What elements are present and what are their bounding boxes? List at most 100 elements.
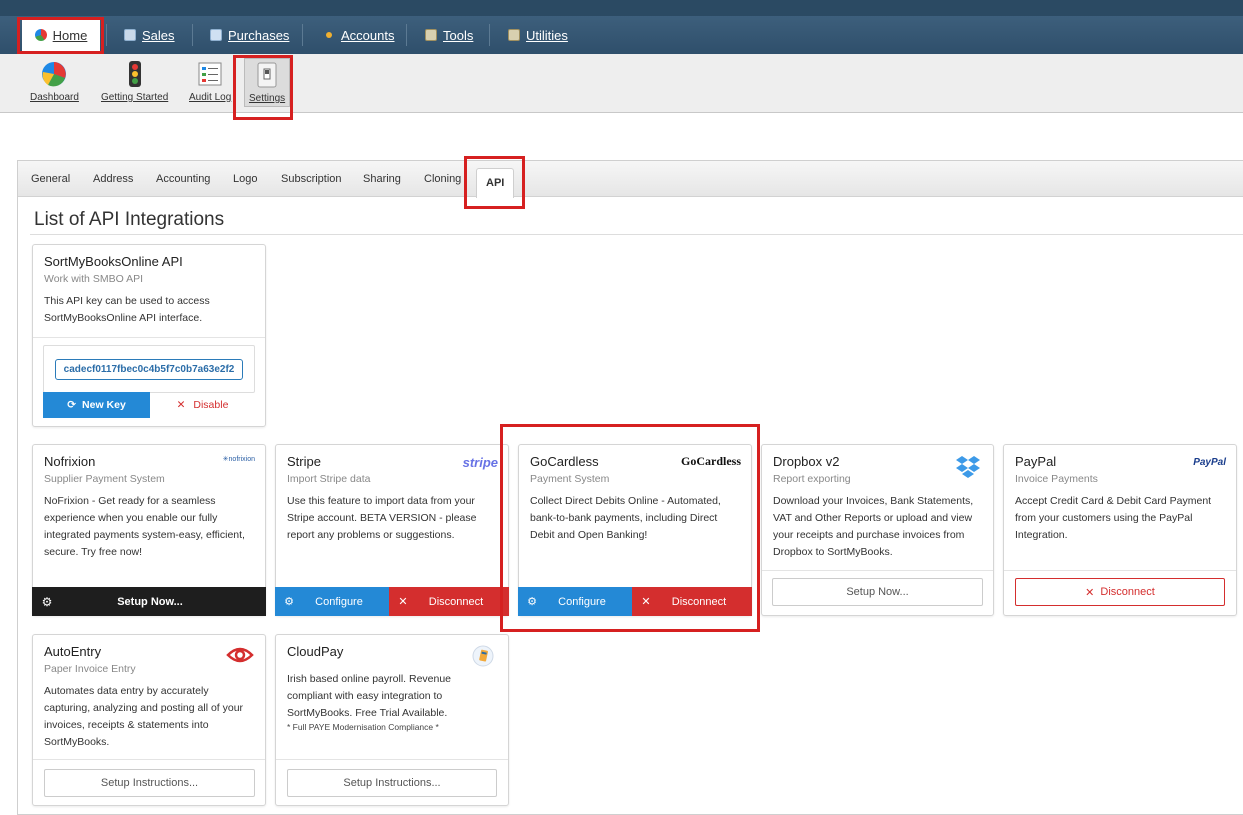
tool-settings[interactable]: Settings: [244, 58, 291, 107]
tab-sharing[interactable]: Sharing: [363, 173, 401, 185]
nav-utilities-label: Utilities: [526, 27, 568, 43]
close-icon: ✕: [398, 596, 408, 608]
nav-home[interactable]: Home: [22, 19, 100, 51]
tab-address[interactable]: Address: [93, 173, 133, 185]
card-description: Download your Invoices, Bank Statements,…: [773, 495, 974, 558]
nav-utilities[interactable]: Utilities: [508, 19, 568, 51]
tool-dashboard[interactable]: Dashboard: [30, 60, 79, 103]
card-subtitle: Supplier Payment System: [44, 473, 165, 485]
tool-getting-started-label: Getting Started: [101, 92, 169, 103]
sales-icon: [124, 29, 136, 41]
tab-logo[interactable]: Logo: [233, 173, 257, 185]
main-nav: Home Sales Purchases Accounts Tools Util…: [0, 0, 1243, 54]
card-title: CloudPay: [287, 644, 344, 659]
disable-button[interactable]: ✕ Disable: [150, 392, 255, 418]
nav-accounts[interactable]: Accounts: [323, 19, 394, 51]
disable-label: Disable: [193, 399, 229, 411]
card-title: SortMyBooksOnline API: [44, 254, 183, 269]
dropbox-setup-button[interactable]: Setup Now...: [772, 578, 983, 606]
gears-icon: ⚙: [41, 594, 53, 609]
nofrixion-logo: ✳nofrixion: [223, 455, 255, 463]
gocardless-configure-button[interactable]: ⚙ Configure: [518, 587, 632, 616]
cloudpay-card: CloudPay Irish based online payroll. Rev…: [275, 634, 509, 806]
card-title: GoCardless: [530, 454, 599, 469]
settings-switch-icon: [257, 62, 277, 88]
tab-api[interactable]: API: [476, 168, 515, 198]
card-description: Accept Credit Card & Debit Card Payment …: [1015, 495, 1212, 541]
new-key-button[interactable]: ⟳ New Key: [43, 392, 150, 418]
tools-icon: [425, 29, 437, 41]
nofrixion-setup-button[interactable]: ⚙ Setup Now...: [32, 587, 266, 616]
card-subtitle: Paper Invoice Entry: [44, 663, 136, 675]
card-title: PayPal: [1015, 454, 1057, 469]
autoentry-setup-button[interactable]: Setup Instructions...: [44, 769, 255, 797]
card-subtitle: Import Stripe data: [287, 473, 371, 485]
purchases-icon: [210, 29, 222, 41]
card-subtitle: Payment System: [530, 473, 610, 485]
card-subtitle: Work with SMBO API: [44, 273, 143, 285]
setup-label: Setup Now...: [117, 595, 183, 608]
card-description: This API key can be used to access SortM…: [44, 295, 210, 324]
card-title: Stripe: [287, 454, 321, 469]
dropbox-card: Dropbox v2 Report exporting Download you…: [761, 444, 994, 616]
tool-dashboard-label: Dashboard: [30, 92, 79, 103]
nav-purchases[interactable]: Purchases: [210, 19, 289, 51]
dropbox-icon: [956, 456, 980, 478]
smbo-api-card: SortMyBooksOnline API Work with SMBO API…: [32, 244, 266, 427]
heading-divider: [30, 234, 1243, 235]
cloudpay-icon: [472, 645, 494, 667]
tool-audit-log[interactable]: Audit Log: [189, 60, 231, 103]
card-title: Dropbox v2: [773, 454, 840, 469]
tab-general[interactable]: General: [31, 173, 70, 185]
audit-log-icon: [198, 62, 222, 86]
nav-tools[interactable]: Tools: [425, 19, 473, 51]
close-icon: ✕: [1085, 586, 1095, 599]
tool-settings-label: Settings: [249, 93, 286, 104]
gocardless-disconnect-button[interactable]: ✕ Disconnect: [632, 587, 752, 616]
card-subtitle: Invoice Payments: [1015, 473, 1098, 485]
tab-cloning[interactable]: Cloning: [424, 173, 461, 185]
cloudpay-setup-button[interactable]: Setup Instructions...: [287, 769, 497, 797]
page-title: List of API Integrations: [34, 209, 225, 230]
paypal-disconnect-button[interactable]: ✕ Disconnect: [1015, 578, 1225, 606]
close-icon: ✕: [641, 596, 651, 608]
stripe-configure-button[interactable]: ⚙ Configure: [275, 587, 389, 616]
nofrixion-logo-text: nofrixion: [228, 456, 255, 463]
stripe-actions: ⚙ Configure ✕ Disconnect: [275, 587, 509, 616]
gocardless-logo: GoCardless: [681, 454, 741, 468]
eye-icon: [226, 647, 254, 663]
card-description: Automates data entry by accurately captu…: [44, 685, 244, 748]
nav-accounts-label: Accounts: [341, 27, 395, 43]
nav-sales-label: Sales: [142, 27, 175, 43]
tool-audit-log-label: Audit Log: [189, 92, 232, 103]
home-toolbar: Dashboard Getting Started Audit Log Sett…: [0, 54, 1243, 113]
card-subtitle: Report exporting: [773, 473, 851, 485]
card-note: * Full PAYE Modernisation Compliance *: [287, 722, 439, 732]
card-title: Nofrixion: [44, 454, 96, 469]
card-description: Use this feature to import data from you…: [287, 495, 477, 541]
card-title: AutoEntry: [44, 644, 102, 659]
traffic-light-icon: [128, 61, 141, 87]
accounts-icon: [326, 32, 332, 38]
card-description: NoFrixion - Get ready for a seamless exp…: [44, 495, 245, 558]
card-description: Irish based online payroll. Revenue comp…: [287, 673, 452, 719]
tab-subscription[interactable]: Subscription: [281, 173, 342, 185]
tab-accounting[interactable]: Accounting: [156, 173, 210, 185]
autoentry-card: AutoEntry Paper Invoice Entry Automates …: [32, 634, 266, 806]
nofrixion-card: Nofrixion Supplier Payment System ✳nofri…: [32, 444, 266, 616]
api-key-field[interactable]: cadecf0117fbec0c4b5f7c0b7a63e2f2: [55, 359, 243, 380]
stripe-card: Stripe Import Stripe data stripe Use thi…: [275, 444, 509, 616]
gocardless-actions: ⚙ Configure ✕ Disconnect: [518, 587, 752, 616]
refresh-icon: ⟳: [67, 399, 77, 411]
disconnect-label: Disconnect: [671, 595, 727, 608]
configure-label: Configure: [315, 595, 363, 608]
nav-home-label: Home: [52, 27, 88, 43]
nav-purchases-label: Purchases: [228, 27, 290, 43]
stripe-disconnect-button[interactable]: ✕ Disconnect: [389, 587, 509, 616]
gocardless-card: GoCardless Payment System GoCardless Col…: [518, 444, 752, 616]
new-key-label: New Key: [82, 399, 126, 411]
utilities-icon: [508, 29, 520, 41]
disconnect-label: Disconnect: [428, 595, 484, 608]
nav-sales[interactable]: Sales: [124, 19, 175, 51]
tool-getting-started[interactable]: Getting Started: [101, 60, 168, 103]
